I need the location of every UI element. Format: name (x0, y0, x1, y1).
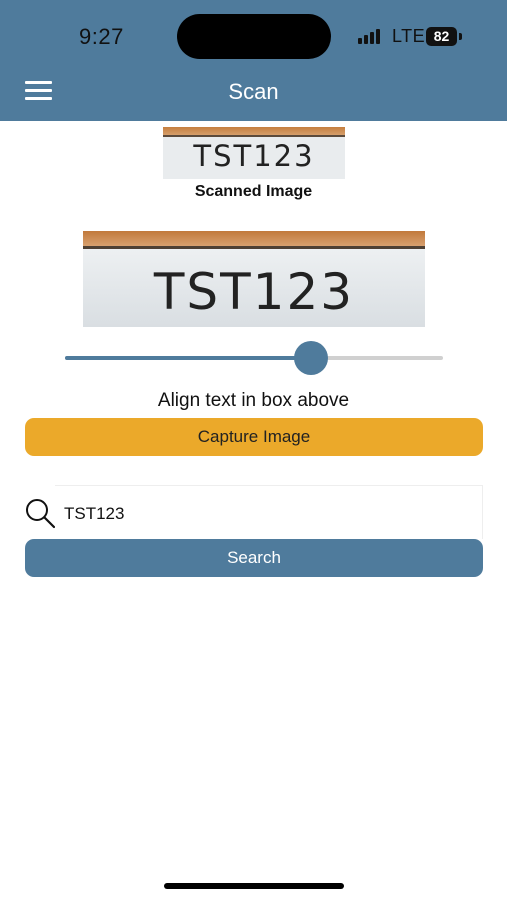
dynamic-island (177, 14, 331, 59)
capture-image-button[interactable]: Capture Image (25, 418, 483, 456)
network-label: LTE (392, 26, 426, 46)
camera-preview: TST123 (83, 231, 425, 327)
battery-cap (459, 33, 462, 40)
page-title: Scan (228, 79, 279, 104)
slider-fill (65, 356, 311, 360)
home-indicator (164, 883, 344, 889)
preview-plate-text: TST123 (153, 263, 355, 321)
search-input[interactable]: TST123 (55, 485, 483, 539)
search-button[interactable]: Search (25, 539, 483, 577)
scanned-image-thumbnail: TST123 (163, 127, 345, 179)
signal-icon (358, 28, 384, 44)
battery-icon: 82 (426, 27, 457, 46)
status-time: 9:27 (79, 24, 124, 49)
instruction-text: Align text in box above (157, 390, 350, 411)
search-input-value[interactable]: TST123 (64, 504, 124, 524)
app-header: 9:27 LTE 82 Scan (0, 0, 507, 121)
search-icon (24, 497, 56, 529)
plate-edge (163, 135, 345, 137)
zoom-slider[interactable] (65, 341, 443, 375)
scanned-plate-text: TST123 (193, 139, 315, 173)
scanned-image-caption: Scanned Image (194, 183, 313, 200)
preview-plate-frame (83, 231, 425, 247)
slider-thumb[interactable] (293, 341, 328, 375)
